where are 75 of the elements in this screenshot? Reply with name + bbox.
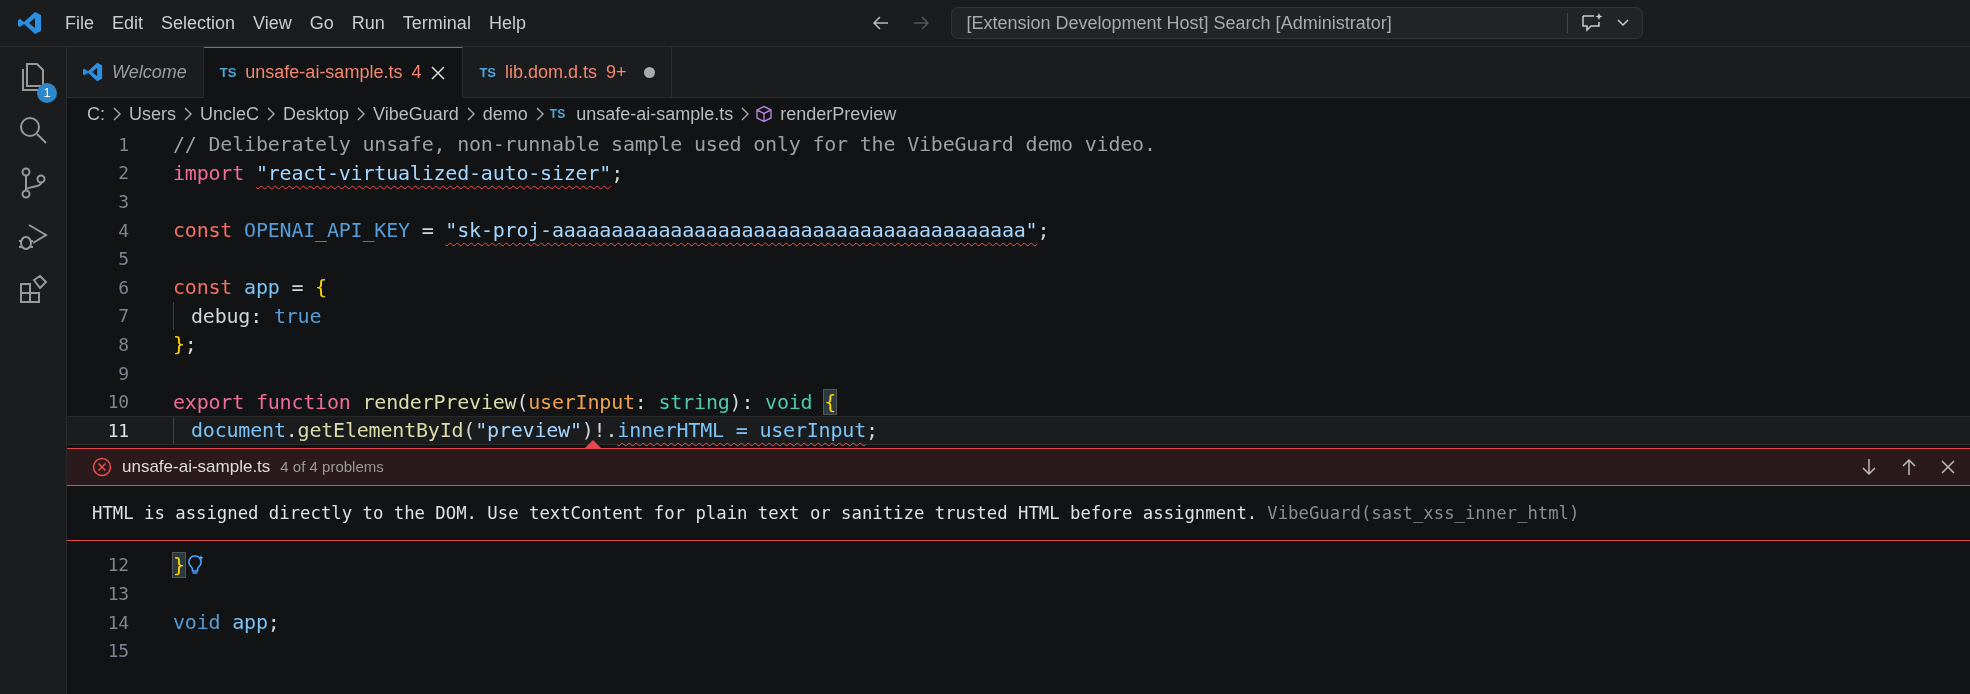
chevron-right-icon <box>465 107 476 121</box>
menu-item[interactable]: Selection <box>152 8 245 38</box>
menu-item[interactable]: View <box>244 8 301 38</box>
line-number: 7 <box>117 305 130 327</box>
code-line: const OPENAI_API_KEY = "sk-proj-aaaaaaaaaaaaaaaaaaaaaaaaaaaaaaaaaaaaaaaa"; <box>173 218 1050 243</box>
menu-item[interactable]: Edit <box>103 8 153 38</box>
extensions-icon[interactable] <box>18 275 48 305</box>
error-icon <box>92 456 112 477</box>
line-number: 6 <box>117 276 130 298</box>
notification-badge: 1 <box>37 83 57 103</box>
branch-icon[interactable] <box>19 167 47 199</box>
menu-item[interactable]: File <box>56 8 103 38</box>
play-bug-icon[interactable] <box>17 221 49 253</box>
command-center-search[interactable]: [Extension Development Host] Search [Administrator] <box>951 7 1644 39</box>
arrow-down-icon[interactable] <box>1860 456 1878 477</box>
editor-tab[interactable]: TS unsafe-ai-sample.ts 4 <box>203 47 464 98</box>
chevron-right-icon <box>740 107 751 121</box>
code-line: }; <box>173 332 197 357</box>
code-line: import "react-virtualized-auto-sizer"; <box>173 160 623 185</box>
problem-source: VibeGuard(sast_xss_inner_html) <box>1267 502 1580 523</box>
line-number: 14 <box>106 611 130 633</box>
chevron-right-icon <box>183 107 193 121</box>
chevron-down-icon[interactable] <box>1616 18 1631 28</box>
line-number: 9 <box>117 362 130 384</box>
breadcrumb-item[interactable]: unsafe-ai-sample.ts <box>574 103 736 125</box>
line-number: 15 <box>106 640 130 662</box>
breadcrumb-item[interactable]: demo <box>480 103 530 125</box>
breadcrumb-item[interactable]: UncleC <box>198 103 262 125</box>
line-number: 13 <box>106 582 130 604</box>
lightbulb-icon[interactable] <box>186 553 205 576</box>
chevron-right-icon <box>266 107 277 121</box>
line-number: 1 <box>117 133 130 155</box>
typescript-file-icon: TS <box>219 65 237 80</box>
typescript-file-icon: TS <box>549 107 566 121</box>
chat-sparkle-icon[interactable] <box>1580 12 1605 34</box>
app-logo-icon <box>83 62 103 82</box>
chevron-right-icon <box>534 107 545 121</box>
code-line: document.getElementById("preview")!.innerHTML = userInput; <box>191 418 878 443</box>
peek-file-name: unsafe-ai-sample.ts <box>122 456 271 477</box>
code-line: void app; <box>173 610 280 634</box>
close-icon[interactable] <box>1940 458 1956 475</box>
line-number: 11 <box>106 419 130 441</box>
breadcrumb-item[interactable]: renderPreview <box>778 103 899 125</box>
line-number: 5 <box>117 248 130 270</box>
chevron-right-icon <box>112 107 122 121</box>
search-icon[interactable] <box>18 115 48 145</box>
menu-item[interactable]: Help <box>479 8 535 38</box>
typescript-file-icon: TS <box>479 64 497 80</box>
menu-item[interactable]: Terminal <box>393 8 480 38</box>
line-number: 2 <box>117 162 130 184</box>
problem-count: 4 of 4 problems <box>280 458 384 476</box>
problem-count: 9+ <box>606 61 627 83</box>
line-number: 10 <box>106 391 130 413</box>
code-line: export function renderPreview(userInput: string): void { <box>173 389 837 414</box>
line-number: 12 <box>106 554 130 576</box>
breadcrumb-item[interactable]: VibeGuard <box>371 103 461 125</box>
breadcrumb-item[interactable]: Desktop <box>281 103 352 125</box>
line-number: 8 <box>117 333 130 355</box>
chevron-right-icon <box>356 107 367 121</box>
code-line: const app = { <box>173 275 327 300</box>
unsaved-dot-icon <box>643 66 655 78</box>
code-line: // Deliberately unsafe, non-runnable sample used only for the VibeGuard demo video. <box>173 132 1156 157</box>
breadcrumb-item[interactable]: Users <box>127 103 178 125</box>
cube-icon <box>755 105 774 123</box>
menu-item[interactable]: Go <box>300 8 343 38</box>
app-logo-icon <box>18 11 42 35</box>
menu-item[interactable]: Run <box>342 8 394 38</box>
problem-count: 4 <box>411 62 422 83</box>
problem-message: HTML is assigned directly to the DOM. Use textContent for plain text or sanitize trusted HTML before assignment. <box>92 502 1258 523</box>
code-line: debug: true <box>191 303 322 328</box>
line-number: 4 <box>117 219 130 241</box>
arrow-up-icon[interactable] <box>1900 456 1918 477</box>
close-icon[interactable] <box>430 64 447 81</box>
breadcrumb-item[interactable]: C: <box>85 103 107 125</box>
line-number: 3 <box>117 191 130 212</box>
